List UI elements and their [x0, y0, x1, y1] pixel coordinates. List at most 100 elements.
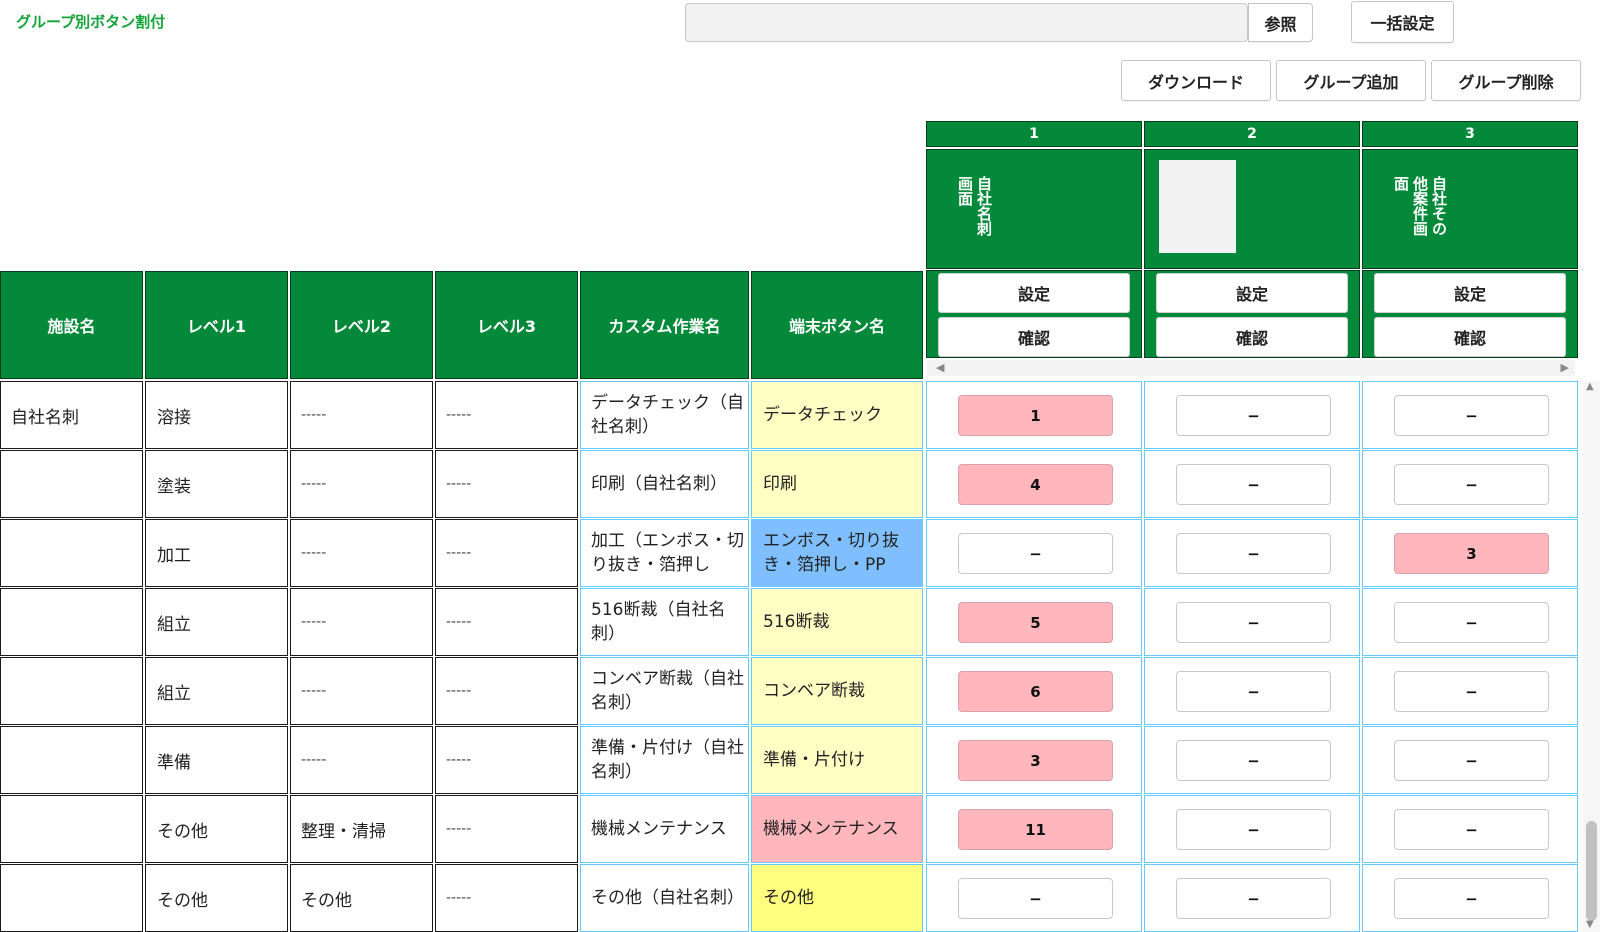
scroll-right-icon[interactable]: ▶: [1561, 361, 1569, 374]
group-confirm-button-3[interactable]: 確認: [1374, 317, 1566, 357]
group-name-3: 自社その 他案件画 面: [1392, 176, 1448, 236]
cell-level3: -----: [435, 450, 578, 518]
cell-level1: 準備: [145, 726, 288, 794]
cell-level2: -----: [290, 726, 433, 794]
column-header-terminal-button: 端末ボタン名: [751, 271, 923, 379]
group-header-1: 自社名刺 画面: [926, 149, 1142, 269]
column-header-level3: レベル3: [435, 271, 578, 379]
assignment-button[interactable]: −: [1176, 395, 1331, 436]
delete-group-button[interactable]: グループ削除: [1431, 60, 1581, 101]
cell-facility: [0, 864, 143, 932]
assignment-button[interactable]: −: [1176, 464, 1331, 505]
column-header-facility: 施設名: [0, 271, 143, 379]
column-header-level1: レベル1: [145, 271, 288, 379]
cell-level1: 組立: [145, 657, 288, 725]
cell-custom-task: 加工（エンボス・切り抜き・箔押し: [580, 519, 749, 587]
group-assignment-cell: −: [1144, 381, 1360, 449]
cell-level2: -----: [290, 588, 433, 656]
add-group-button[interactable]: グループ追加: [1276, 60, 1426, 101]
group-confirm-button-2[interactable]: 確認: [1156, 317, 1348, 357]
assignment-button[interactable]: −: [958, 878, 1113, 919]
assignment-button[interactable]: −: [958, 533, 1113, 574]
cell-custom-task: 準備・片付け（自社名刺）: [580, 726, 749, 794]
assignment-button[interactable]: 5: [958, 602, 1113, 643]
assignment-button[interactable]: −: [1176, 740, 1331, 781]
assignment-button[interactable]: −: [1394, 464, 1549, 505]
cell-custom-task: データチェック（自社名刺）: [580, 381, 749, 449]
page-title: グループ別ボタン割付: [16, 13, 166, 31]
cell-facility: [0, 726, 143, 794]
group-header-3: 自社その 他案件画 面: [1362, 149, 1578, 269]
group-setting-button-1[interactable]: 設定: [938, 273, 1130, 313]
cell-custom-task: コンベア断裁（自社名刺）: [580, 657, 749, 725]
group-assignment-cell: 3: [926, 726, 1142, 794]
browse-button[interactable]: 参照: [1248, 3, 1313, 42]
cell-facility: [0, 657, 143, 725]
group-assignment-cell: 6: [926, 657, 1142, 725]
assignment-button[interactable]: 3: [958, 740, 1113, 781]
group-assignment-cell: −: [1362, 864, 1578, 932]
assignment-button[interactable]: −: [1176, 809, 1331, 850]
download-button[interactable]: ダウンロード: [1121, 60, 1271, 101]
cell-level2: -----: [290, 657, 433, 725]
scroll-left-icon[interactable]: ◀: [936, 361, 944, 374]
cell-level1: 加工: [145, 519, 288, 587]
assignment-button[interactable]: −: [1394, 878, 1549, 919]
group-actions-2: 設定 確認: [1144, 270, 1360, 358]
assignment-button[interactable]: −: [1176, 602, 1331, 643]
assignment-button[interactable]: 6: [958, 671, 1113, 712]
group-actions-1: 設定 確認: [926, 270, 1142, 358]
column-header-level2: レベル2: [290, 271, 433, 379]
group-assignment-cell: −: [1362, 795, 1578, 863]
group-setting-button-2[interactable]: 設定: [1156, 273, 1348, 313]
cell-level1: 塗装: [145, 450, 288, 518]
assignment-button[interactable]: 4: [958, 464, 1113, 505]
file-path-input[interactable]: [685, 3, 1248, 42]
group-confirm-button-1[interactable]: 確認: [938, 317, 1130, 357]
assignment-button[interactable]: −: [1394, 395, 1549, 436]
cell-custom-task: その他（自社名刺）: [580, 864, 749, 932]
scroll-up-icon[interactable]: ▲: [1586, 381, 1594, 392]
cell-level2: その他: [290, 864, 433, 932]
cell-level2: -----: [290, 519, 433, 587]
group-assignment-cell: −: [926, 864, 1142, 932]
assignment-button[interactable]: −: [1394, 602, 1549, 643]
group-image-placeholder: [1159, 160, 1236, 253]
group-assignment-cell: −: [1362, 588, 1578, 656]
cell-level2: 整理・清掃: [290, 795, 433, 863]
cell-level1: その他: [145, 864, 288, 932]
cell-facility: [0, 588, 143, 656]
horizontal-scrollbar[interactable]: ◀ ▶: [927, 360, 1575, 376]
cell-level3: -----: [435, 864, 578, 932]
group-assignment-cell: 3: [1362, 519, 1578, 587]
assignment-button[interactable]: 1: [958, 395, 1113, 436]
vertical-scroll-thumb[interactable]: [1586, 821, 1597, 921]
assignment-button[interactable]: −: [1394, 740, 1549, 781]
group-assignment-cell: −: [1144, 450, 1360, 518]
assignment-button[interactable]: −: [1176, 878, 1331, 919]
cell-terminal-button-name: コンベア断裁: [751, 657, 923, 725]
assignment-button[interactable]: −: [1394, 671, 1549, 712]
group-assignment-cell: 4: [926, 450, 1142, 518]
group-number-3: 3: [1362, 121, 1578, 147]
scroll-down-icon[interactable]: ▼: [1586, 919, 1594, 930]
assignment-button[interactable]: −: [1394, 809, 1549, 850]
assignment-button[interactable]: 11: [958, 809, 1113, 850]
group-assignment-cell: 11: [926, 795, 1142, 863]
group-name-1: 自社名刺 画面: [956, 176, 993, 236]
cell-level2: -----: [290, 450, 433, 518]
assignment-button[interactable]: −: [1176, 671, 1331, 712]
group-assignment-cell: −: [926, 519, 1142, 587]
group-actions-3: 設定 確認: [1362, 270, 1578, 358]
bulk-set-button[interactable]: 一括設定: [1351, 1, 1454, 43]
group-assignment-cell: −: [1362, 450, 1578, 518]
vertical-scrollbar[interactable]: ▲ ▼: [1583, 381, 1600, 932]
cell-level3: -----: [435, 519, 578, 587]
group-assignment-cell: −: [1144, 588, 1360, 656]
group-number-1: 1: [926, 121, 1142, 147]
assignment-button[interactable]: 3: [1394, 533, 1549, 574]
column-header-custom-task: カスタム作業名: [580, 271, 749, 379]
assignment-button[interactable]: −: [1176, 533, 1331, 574]
group-setting-button-3[interactable]: 設定: [1374, 273, 1566, 313]
cell-level2: -----: [290, 381, 433, 449]
